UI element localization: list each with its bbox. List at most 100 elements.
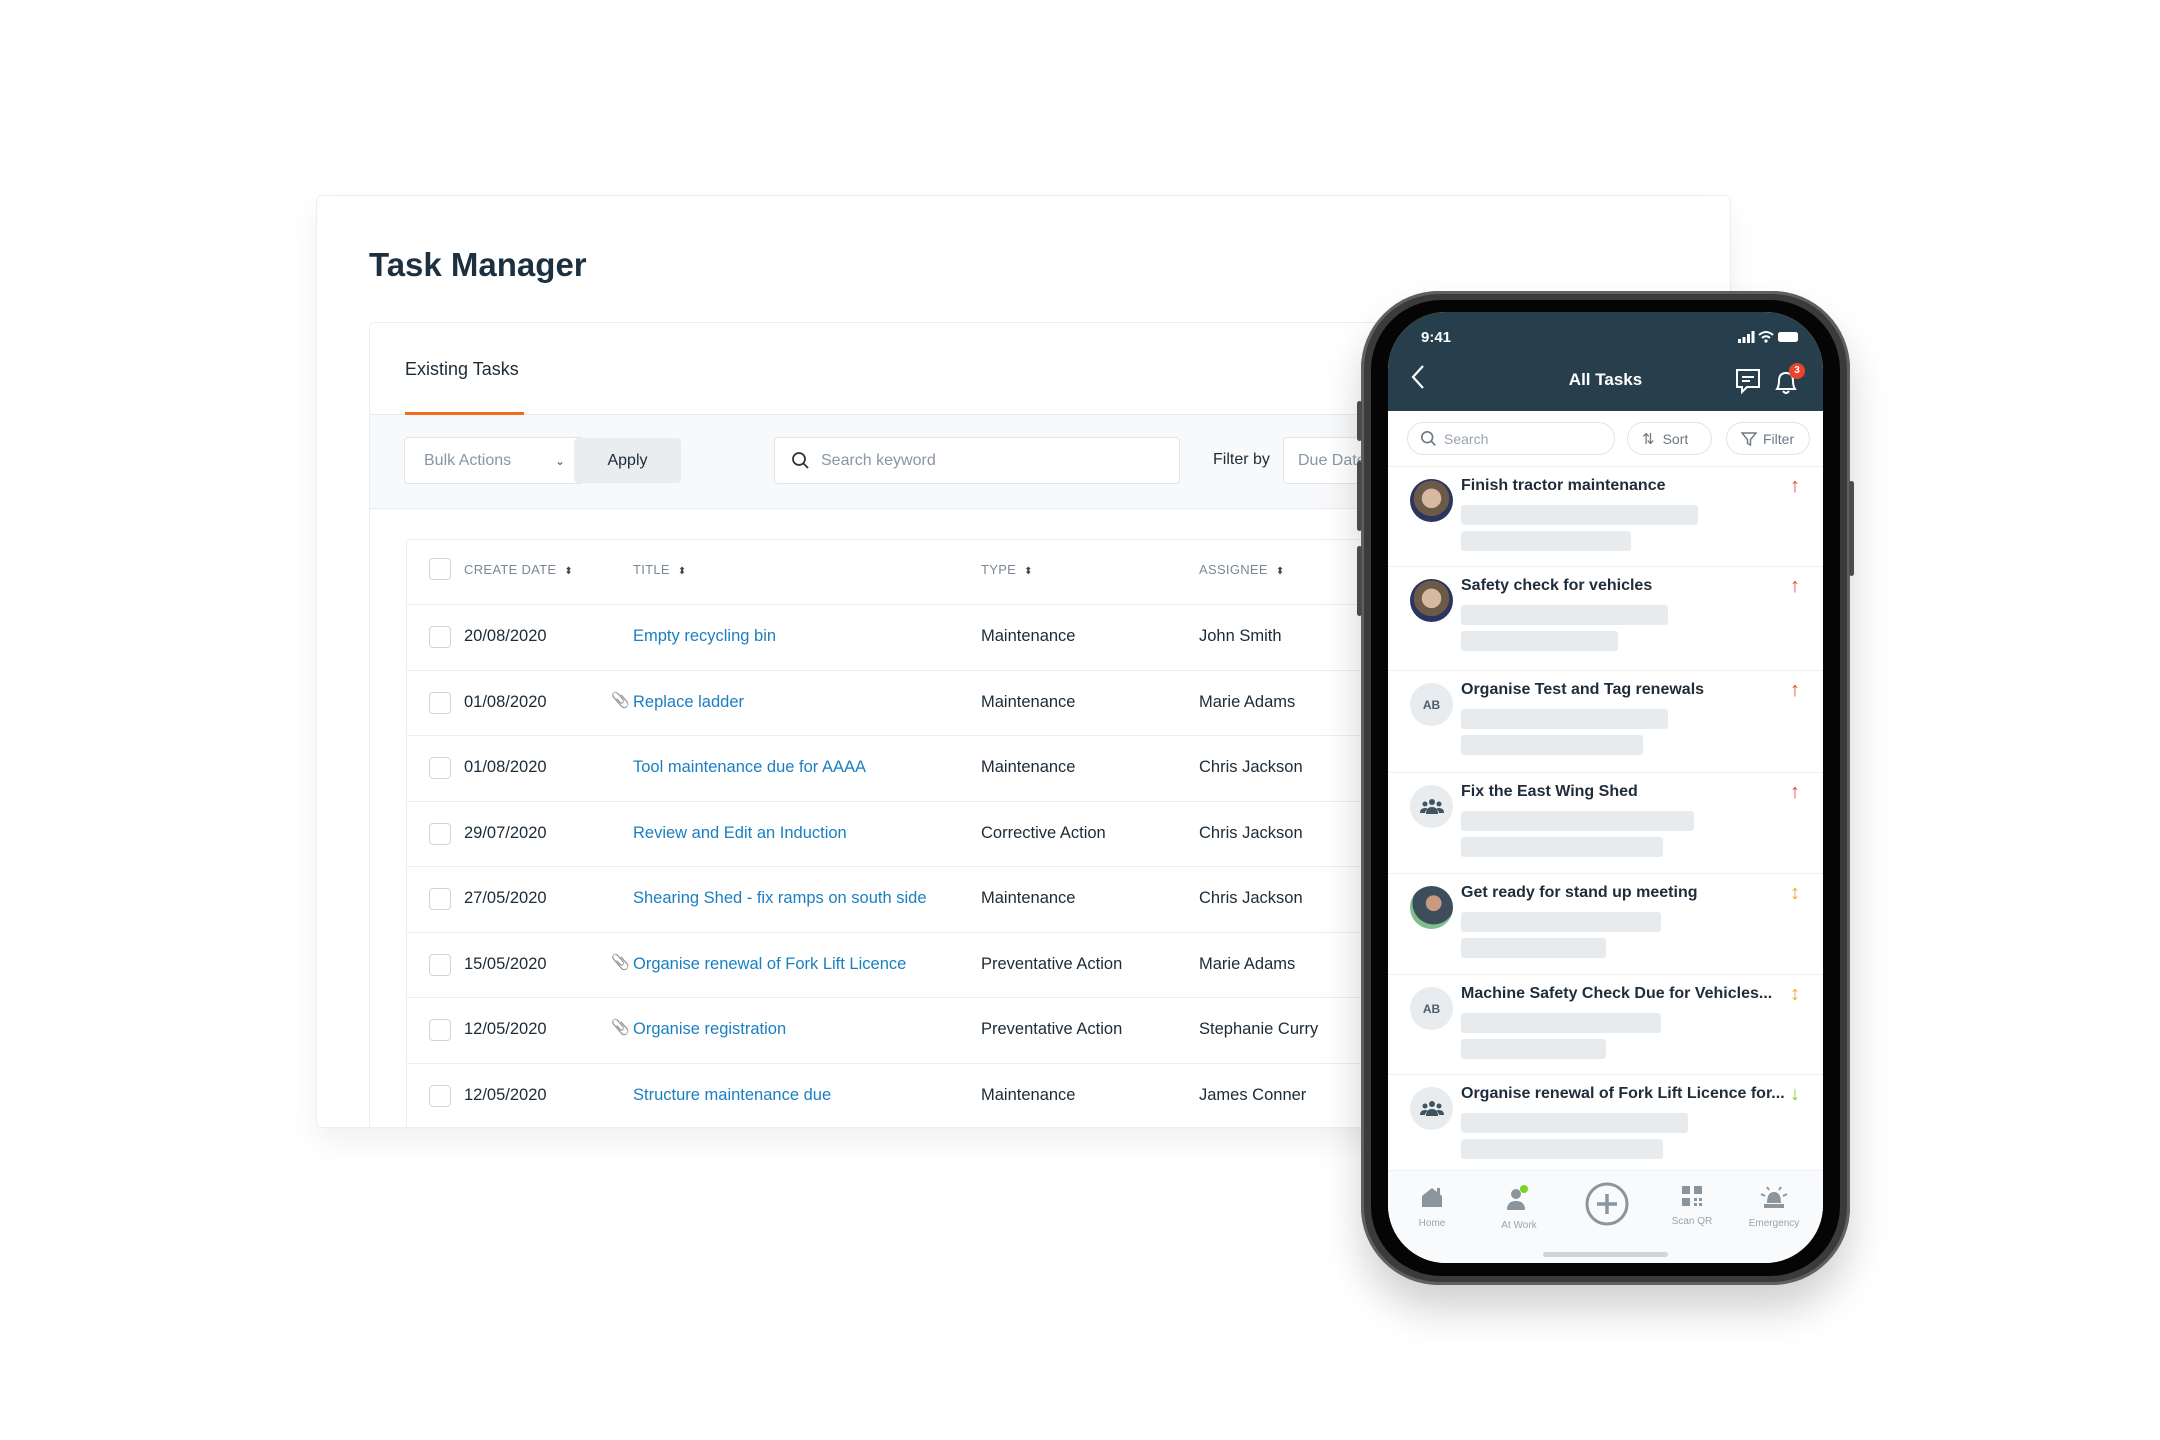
task-list-item[interactable]: Finish tractor maintenance ↑ bbox=[1388, 467, 1823, 567]
qr-icon bbox=[1652, 1185, 1732, 1212]
task-title-link[interactable]: Tool maintenance due for AAAA bbox=[633, 758, 866, 777]
row-checkbox[interactable] bbox=[429, 626, 451, 648]
task-list-item[interactable]: AB Machine Safety Check Due for Vehicles.… bbox=[1388, 975, 1823, 1075]
task-title: Organise renewal of Fork Lift Licence fo… bbox=[1461, 1085, 1785, 1102]
filter-select-value: Due Date bbox=[1298, 451, 1366, 469]
home-icon bbox=[1392, 1185, 1472, 1214]
task-title-link[interactable]: Organise renewal of Fork Lift Licence bbox=[633, 955, 906, 974]
tab-existing-tasks[interactable]: Existing Tasks bbox=[405, 359, 519, 380]
mobile-search-input[interactable]: Search bbox=[1407, 422, 1615, 455]
nav-item-at-work[interactable]: At Work bbox=[1479, 1185, 1559, 1231]
priority-low-icon: ↓ bbox=[1790, 1083, 1800, 1105]
column-header-assignee[interactable]: ASSIGNEE ⬍ bbox=[1199, 562, 1285, 577]
column-header-create-date[interactable]: CREATE DATE ⬍ bbox=[464, 562, 573, 577]
filter-by-label: Filter by bbox=[1213, 451, 1270, 468]
placeholder-line bbox=[1461, 1113, 1688, 1133]
column-label: TYPE bbox=[981, 562, 1017, 577]
group-avatar-icon bbox=[1410, 1087, 1453, 1130]
task-title: Safety check for vehicles bbox=[1461, 577, 1653, 594]
placeholder-line bbox=[1461, 811, 1694, 831]
search-input[interactable]: Search keyword bbox=[774, 437, 1180, 484]
create-date-cell: 27/05/2020 bbox=[464, 889, 547, 907]
avatar-photo bbox=[1410, 886, 1453, 929]
paperclip-icon: 📎 bbox=[611, 953, 630, 971]
avatar-photo bbox=[1410, 579, 1453, 622]
task-title: Organise Test and Tag renewals bbox=[1461, 681, 1705, 698]
assignee-cell: Marie Adams bbox=[1199, 954, 1296, 973]
phone-volume-down bbox=[1357, 546, 1362, 616]
placeholder-line bbox=[1461, 709, 1668, 729]
select-all-checkbox[interactable] bbox=[429, 558, 451, 580]
priority-high-icon: ↑ bbox=[1790, 575, 1800, 597]
nav-item-scan-qr[interactable]: Scan QR bbox=[1652, 1185, 1732, 1227]
nav-item-home[interactable]: Home bbox=[1392, 1185, 1472, 1229]
create-date-cell: 12/05/2020 bbox=[464, 1020, 547, 1038]
sort-icon: ⬍ bbox=[677, 566, 687, 577]
filter-icon bbox=[1741, 431, 1757, 446]
task-title: Finish tractor maintenance bbox=[1461, 477, 1666, 494]
apply-button[interactable]: Apply bbox=[574, 438, 681, 483]
filter-button[interactable]: Filter bbox=[1726, 422, 1810, 455]
type-cell: Preventative Action bbox=[981, 1020, 1123, 1038]
task-title-link[interactable]: Organise registration bbox=[633, 1020, 786, 1039]
search-placeholder: Search keyword bbox=[821, 451, 936, 469]
nav-item-emergency[interactable]: Emergency bbox=[1734, 1185, 1814, 1229]
column-header-type[interactable]: TYPE ⬍ bbox=[981, 562, 1033, 577]
status-time: 9:41 bbox=[1421, 329, 1452, 346]
bottom-nav: Home At Work Scan QR Emergency bbox=[1388, 1170, 1823, 1263]
task-list-item[interactable]: Organise renewal of Fork Lift Licence fo… bbox=[1388, 1075, 1823, 1176]
nav-item-add[interactable] bbox=[1567, 1181, 1647, 1232]
placeholder-line bbox=[1461, 505, 1698, 525]
avatar-initials: AB bbox=[1410, 683, 1453, 726]
row-checkbox[interactable] bbox=[429, 691, 451, 714]
notification-badge: 3 bbox=[1789, 363, 1805, 379]
priority-high-icon: ↑ bbox=[1790, 781, 1800, 803]
sort-button[interactable]: ⇅ Sort bbox=[1627, 422, 1712, 455]
task-list-item[interactable]: Get ready for stand up meeting ↕ bbox=[1388, 874, 1823, 975]
task-list-item[interactable]: Safety check for vehicles ↑ bbox=[1388, 567, 1823, 671]
sort-label: Sort bbox=[1662, 430, 1689, 447]
placeholder-line bbox=[1461, 631, 1618, 651]
phone-screen: 9:41 All Tasks 3 Search ⇅ Sort Filter Fi… bbox=[1388, 312, 1823, 1263]
create-date-cell: 12/05/2020 bbox=[464, 1085, 547, 1104]
placeholder-line bbox=[1461, 837, 1663, 857]
task-title-link[interactable]: Shearing Shed - fix ramps on south side bbox=[633, 889, 927, 908]
assignee-cell: Marie Adams bbox=[1199, 692, 1296, 711]
paperclip-icon: 📎 bbox=[611, 1019, 630, 1036]
row-checkbox[interactable] bbox=[429, 822, 451, 845]
sort-icon: ⬍ bbox=[1275, 566, 1285, 577]
task-title-link[interactable]: Structure maintenance due bbox=[633, 1086, 831, 1105]
person-icon bbox=[1479, 1185, 1559, 1216]
paperclip-icon: 📎 bbox=[611, 691, 630, 709]
phone-mute-switch bbox=[1357, 401, 1362, 441]
assignee-cell: John Smith bbox=[1199, 627, 1282, 645]
placeholder-line bbox=[1461, 531, 1631, 551]
task-title-link[interactable]: Empty recycling bin bbox=[633, 627, 776, 646]
row-checkbox[interactable] bbox=[429, 1084, 451, 1107]
task-title-link[interactable]: Review and Edit an Induction bbox=[633, 824, 847, 843]
task-list-item[interactable]: Fix the East Wing Shed ↑ bbox=[1388, 773, 1823, 874]
task-title-link[interactable]: Replace ladder bbox=[633, 693, 744, 712]
chevron-down-icon: ⌄ bbox=[554, 453, 565, 468]
group-avatar-icon bbox=[1410, 785, 1453, 828]
task-list-item[interactable]: AB Organise Test and Tag renewals ↑ bbox=[1388, 671, 1823, 773]
row-checkbox[interactable] bbox=[429, 757, 451, 779]
page-title: Task Manager bbox=[369, 246, 587, 283]
nav-label: Home bbox=[1418, 1218, 1446, 1229]
priority-high-icon: ↑ bbox=[1790, 475, 1800, 497]
row-checkbox[interactable] bbox=[429, 888, 451, 910]
column-header-title[interactable]: TITLE ⬍ bbox=[633, 562, 687, 577]
row-checkbox[interactable] bbox=[429, 1019, 451, 1041]
type-cell: Maintenance bbox=[981, 692, 1076, 711]
nav-label: Emergency bbox=[1748, 1218, 1800, 1229]
priority-medium-icon: ↕ bbox=[1790, 882, 1800, 904]
mobile-search-placeholder: Search bbox=[1444, 430, 1489, 447]
placeholder-line bbox=[1461, 912, 1661, 932]
bulk-actions-select[interactable]: Bulk Actions ⌄ bbox=[404, 437, 584, 484]
row-checkbox[interactable] bbox=[429, 953, 451, 976]
chat-icon[interactable] bbox=[1734, 367, 1762, 395]
mobile-phone: 9:41 All Tasks 3 Search ⇅ Sort Filter Fi… bbox=[1357, 291, 1854, 1285]
sort-icon: ⬍ bbox=[564, 566, 574, 577]
type-cell: Maintenance bbox=[981, 758, 1076, 776]
phone-volume-up bbox=[1357, 461, 1362, 531]
